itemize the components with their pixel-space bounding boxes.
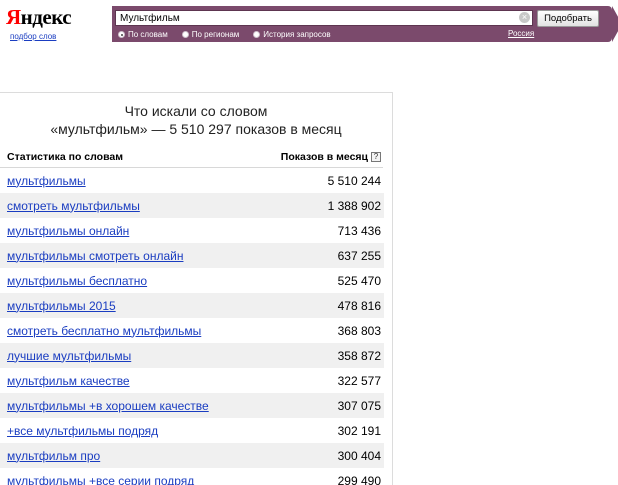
column-header-count: Показов в месяц ?: [281, 151, 381, 163]
results-table: мультфильмы 5 510 244 смотреть мультфильмы…: [0, 168, 384, 485]
impressions-count: 368 803: [337, 323, 381, 338]
column-header-phrase: Статистика по словам: [7, 151, 123, 163]
results-panel: Что искали со словом «мультфильм» — 5 51…: [0, 92, 393, 485]
search-panel: × Подобрать По словам По регионам Истори…: [112, 6, 618, 42]
table-row: мультфильм про 300 404: [0, 443, 384, 468]
results-title-line1: Что искали со словом: [124, 103, 268, 119]
impressions-count: 358 872: [337, 348, 381, 363]
table-row: +все мультфильмы подряд 302 191: [0, 418, 384, 443]
help-icon[interactable]: ?: [371, 152, 381, 162]
phrase-link[interactable]: смотреть бесплатно мультфильмы: [7, 324, 201, 338]
yandex-logo[interactable]: Яндекс: [6, 4, 72, 30]
mode-by-words[interactable]: По словам: [118, 29, 168, 40]
phrase-link[interactable]: мультфильмы: [7, 174, 86, 188]
region-link[interactable]: Россия: [508, 29, 534, 38]
results-title: Что искали со словом «мультфильм» — 5 51…: [0, 93, 392, 138]
results-header: Статистика по словам Показов в месяц ?: [0, 146, 392, 168]
table-row: мультфильмы смотреть онлайн 637 255: [0, 243, 384, 268]
impressions-count: 307 075: [337, 398, 381, 413]
impressions-count: 1 388 902: [327, 198, 381, 213]
impressions-count: 713 436: [337, 223, 381, 238]
table-row: мультфильм качестве 322 577: [0, 368, 384, 393]
search-mode-group: По словам По регионам История запросов: [118, 29, 345, 40]
table-row: мультфильмы онлайн 713 436: [0, 218, 384, 243]
logo-first-letter: Я: [6, 5, 21, 29]
header-divider: [0, 167, 383, 168]
impressions-count: 300 404: [337, 448, 381, 463]
table-row: смотреть мультфильмы 1 388 902: [0, 193, 384, 218]
search-input[interactable]: [115, 10, 533, 26]
results-title-line2: «мультфильм» — 5 510 297 показов в месяц: [50, 121, 342, 137]
clear-icon[interactable]: ×: [519, 12, 530, 23]
table-row: мультфильмы +все серии подряд 299 490: [0, 468, 384, 485]
phrase-link[interactable]: лучшие мультфильмы: [7, 349, 131, 363]
impressions-count: 322 577: [337, 373, 381, 388]
panel-arrow-decoration: [612, 6, 618, 42]
table-row: мультфильмы 2015 478 816: [0, 293, 384, 318]
radio-icon[interactable]: [253, 31, 261, 38]
table-row: мультфильмы 5 510 244: [0, 168, 384, 193]
logo-rest: ндекс: [20, 5, 72, 29]
phrase-link[interactable]: мультфильмы бесплатно: [7, 274, 147, 288]
table-row: лучшие мультфильмы 358 872: [0, 343, 384, 368]
impressions-count: 637 255: [337, 248, 381, 263]
impressions-count: 525 470: [337, 273, 381, 288]
phrase-link[interactable]: мультфильмы +все серии подряд: [7, 474, 194, 485]
wordstat-link[interactable]: подбор слов: [10, 32, 56, 42]
impressions-count: 302 191: [337, 423, 381, 438]
phrase-link[interactable]: смотреть мультфильмы: [7, 199, 140, 213]
mode-history-label: История запросов: [263, 30, 331, 39]
phrase-link[interactable]: мультфильмы +в хорошем качестве: [7, 399, 209, 413]
phrase-link[interactable]: мультфильм качестве: [7, 374, 130, 388]
mode-history[interactable]: История запросов: [253, 29, 331, 40]
table-row: мультфильмы бесплатно 525 470: [0, 268, 384, 293]
table-row: смотреть бесплатно мультфильмы 368 803: [0, 318, 384, 343]
phrase-link[interactable]: мультфильмы смотреть онлайн: [7, 249, 183, 263]
phrase-link[interactable]: мультфильмы онлайн: [7, 224, 129, 238]
phrase-link[interactable]: мультфильм про: [7, 449, 100, 463]
impressions-count: 299 490: [337, 473, 381, 485]
submit-button[interactable]: Подобрать: [537, 10, 599, 27]
radio-icon[interactable]: [181, 31, 189, 38]
phrase-link[interactable]: мультфильмы 2015: [7, 299, 116, 313]
radio-selected-icon[interactable]: [118, 31, 125, 38]
mode-by-words-label: По словам: [128, 30, 168, 39]
column-header-count-label: Показов в месяц: [280, 151, 368, 163]
impressions-count: 478 816: [337, 298, 381, 313]
phrase-link[interactable]: +все мультфильмы подряд: [7, 424, 158, 438]
mode-by-regions[interactable]: По регионам: [181, 29, 240, 40]
mode-by-regions-label: По регионам: [191, 30, 240, 39]
impressions-count: 5 510 244: [327, 173, 381, 188]
table-row: мультфильмы +в хорошем качестве 307 075: [0, 393, 384, 418]
